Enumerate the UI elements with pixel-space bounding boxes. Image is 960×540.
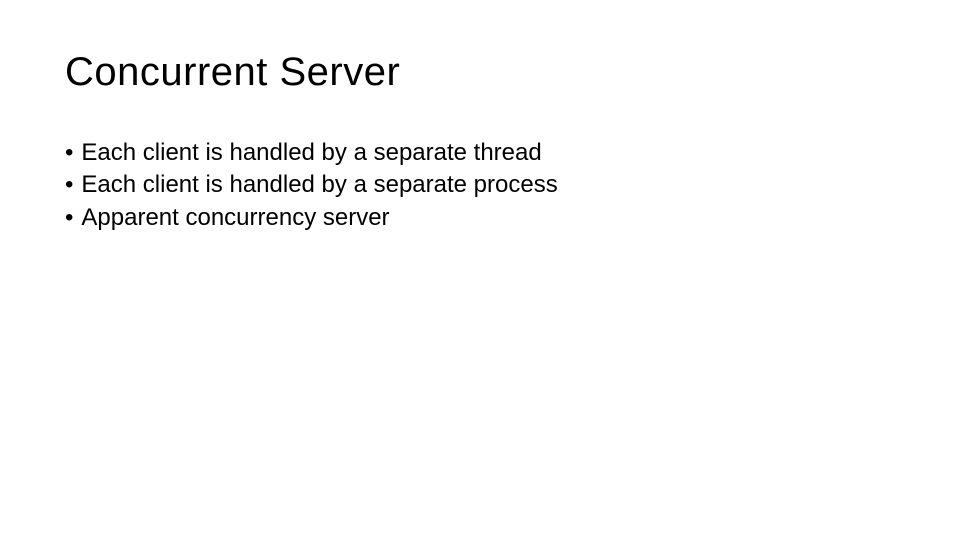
- list-item: • Apparent concurrency server: [65, 202, 895, 234]
- list-item: • Each client is handled by a separate p…: [65, 169, 895, 201]
- bullet-icon: •: [65, 169, 73, 201]
- list-item: • Each client is handled by a separate t…: [65, 137, 895, 169]
- bullet-text: Each client is handled by a separate thr…: [81, 137, 541, 169]
- bullet-list: • Each client is handled by a separate t…: [65, 137, 895, 234]
- bullet-icon: •: [65, 202, 73, 234]
- slide-container: Concurrent Server • Each client is handl…: [0, 0, 960, 540]
- bullet-icon: •: [65, 137, 73, 169]
- bullet-text: Apparent concurrency server: [81, 202, 389, 234]
- slide-title: Concurrent Server: [65, 50, 895, 95]
- bullet-text: Each client is handled by a separate pro…: [81, 169, 557, 201]
